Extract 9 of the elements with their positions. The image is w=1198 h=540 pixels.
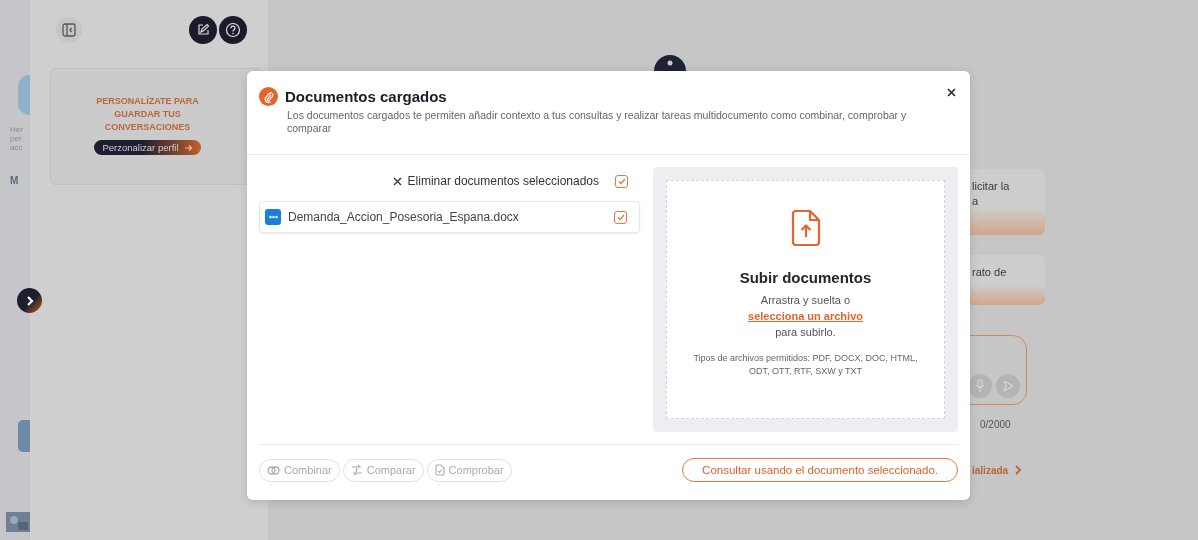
sidebar-text: M (10, 176, 19, 185)
document-name: Demanda_Accion_Posesoria_Espana.docx (288, 210, 520, 224)
upload-title: Subir documentos (739, 269, 872, 286)
upload-instructions: Arrastra y suelta o selecciona un archivo para subirlo. (748, 293, 863, 340)
banner-title: PERSONALÍZATE PARA GUARDAR TUS CONVERSACIONES (95, 95, 200, 134)
allowed-file-types: Tipos de archivos permitidos: PDF, DOCX, DOC, HTML, ODT, OTT, RTF, SXW y TXT (692, 352, 919, 378)
dialog-title: Documentos cargados (285, 88, 447, 105)
character-counter: 0/2000 (980, 419, 1012, 430)
dialog-description: Los documentos cargados te permiten añadir contexto a tus consultas y realizar tareas multidocumento como combinar, comprobar y comparar (287, 109, 908, 135)
